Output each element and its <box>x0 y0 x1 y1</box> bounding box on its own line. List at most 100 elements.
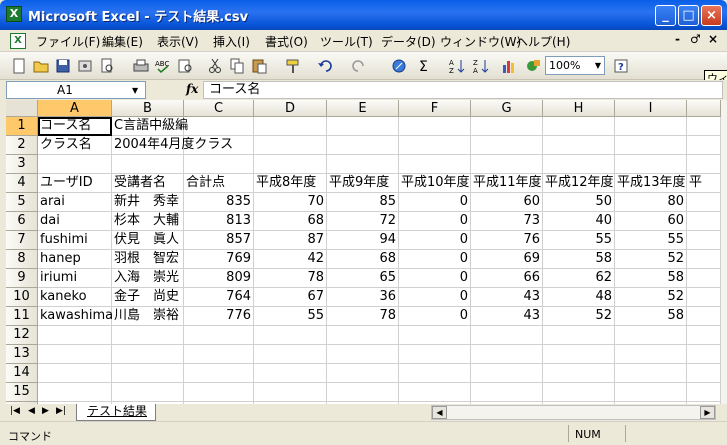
first-sheet-icon[interactable]: |◀ <box>10 406 20 416</box>
menu-window[interactable]: ウィンドウ(W) <box>440 33 521 50</box>
cell-i13[interactable] <box>615 345 687 364</box>
cell-g14[interactable] <box>471 364 543 383</box>
cell-e14[interactable] <box>327 364 399 383</box>
paste-icon[interactable] <box>250 57 268 75</box>
cell-b4[interactable]: 受講者名 <box>112 174 184 193</box>
doc-restore-button[interactable]: ♂ <box>690 32 701 46</box>
cell-h7[interactable]: 55 <box>543 231 615 250</box>
cell-d10[interactable]: 67 <box>254 288 327 307</box>
cell-b2[interactable]: 2004年4月度クラス <box>112 136 233 155</box>
row-header-6[interactable]: 6 <box>6 212 38 231</box>
format-painter-icon[interactable] <box>284 57 302 75</box>
sort-descending-icon[interactable]: ZA <box>472 57 490 75</box>
cell-g4[interactable]: 平成11年度 <box>471 174 543 193</box>
row-header-15[interactable]: 15 <box>6 383 38 402</box>
cell-h6[interactable]: 40 <box>543 212 615 231</box>
cell-g15[interactable] <box>471 383 543 402</box>
cell-b12[interactable] <box>112 326 184 345</box>
cell-i14[interactable] <box>615 364 687 383</box>
cell-a7[interactable]: fushimi <box>38 231 112 250</box>
cell-c14[interactable] <box>184 364 254 383</box>
cell-b3[interactable] <box>112 155 184 174</box>
cell-c12[interactable] <box>184 326 254 345</box>
save-icon[interactable] <box>54 57 72 75</box>
cell-overflow-14[interactable] <box>687 364 721 383</box>
cell-e1[interactable] <box>327 117 399 136</box>
cell-f6[interactable]: 0 <box>399 212 471 231</box>
prev-sheet-icon[interactable]: ◀ <box>28 406 35 416</box>
row-header-3[interactable]: 3 <box>6 155 38 174</box>
cell-f1[interactable] <box>399 117 471 136</box>
cell-e10[interactable]: 36 <box>327 288 399 307</box>
cell-d1[interactable] <box>254 117 327 136</box>
cell-h5[interactable]: 50 <box>543 193 615 212</box>
cell-i8[interactable]: 52 <box>615 250 687 269</box>
cell-i6[interactable]: 60 <box>615 212 687 231</box>
cell-g3[interactable] <box>471 155 543 174</box>
cell-f11[interactable]: 0 <box>399 307 471 326</box>
column-header-i[interactable]: I <box>615 100 687 117</box>
chevron-down-icon[interactable]: ▼ <box>592 57 604 74</box>
permission-icon[interactable] <box>76 57 94 75</box>
research-icon[interactable] <box>176 57 194 75</box>
spelling-icon[interactable]: ABC <box>154 57 172 75</box>
column-header-g[interactable]: G <box>471 100 543 117</box>
cell-h3[interactable] <box>543 155 615 174</box>
cell-overflow-9[interactable] <box>687 269 721 288</box>
cell-e4[interactable]: 平成9年度 <box>327 174 399 193</box>
chart-wizard-icon[interactable] <box>500 57 518 75</box>
column-header-a[interactable]: A <box>38 100 112 117</box>
cell-h1[interactable] <box>543 117 615 136</box>
cell-c11[interactable]: 776 <box>184 307 254 326</box>
cell-d8[interactable]: 42 <box>254 250 327 269</box>
name-box[interactable]: A1 <box>6 81 146 99</box>
cell-i3[interactable] <box>615 155 687 174</box>
row-header-2[interactable]: 2 <box>6 136 38 155</box>
cell-f9[interactable]: 0 <box>399 269 471 288</box>
cell-b5[interactable]: 新井 秀幸 <box>112 193 184 212</box>
menu-format[interactable]: 書式(O) <box>265 33 308 50</box>
cell-f15[interactable] <box>399 383 471 402</box>
menu-tools[interactable]: ツール(T) <box>320 33 373 50</box>
cell-b8[interactable]: 羽根 智宏 <box>112 250 184 269</box>
row-header-8[interactable]: 8 <box>6 250 38 269</box>
cut-icon[interactable] <box>206 57 224 75</box>
cell-a4[interactable]: ユーザID <box>38 174 112 193</box>
menu-help[interactable]: ヘルプ(H) <box>516 33 570 50</box>
cell-f5[interactable]: 0 <box>399 193 471 212</box>
cell-e13[interactable] <box>327 345 399 364</box>
cell-c1[interactable] <box>184 117 254 136</box>
cell-h14[interactable] <box>543 364 615 383</box>
cell-g1[interactable] <box>471 117 543 136</box>
cell-a13[interactable] <box>38 345 112 364</box>
cell-e3[interactable] <box>327 155 399 174</box>
cell-c7[interactable]: 857 <box>184 231 254 250</box>
open-icon[interactable] <box>32 57 50 75</box>
cell-a11[interactable]: kawashima <box>38 307 113 326</box>
close-button[interactable]: × <box>701 5 722 26</box>
cell-a2[interactable]: クラス名 <box>38 136 112 155</box>
row-header-14[interactable]: 14 <box>6 364 38 383</box>
cell-overflow-6[interactable] <box>687 212 721 231</box>
cell-a8[interactable]: hanep <box>38 250 112 269</box>
print-icon[interactable] <box>132 57 150 75</box>
cell-d15[interactable] <box>254 383 327 402</box>
cell-e6[interactable]: 72 <box>327 212 399 231</box>
cell-g6[interactable]: 73 <box>471 212 543 231</box>
cell-g12[interactable] <box>471 326 543 345</box>
cell-b6[interactable]: 杉本 大輔 <box>112 212 184 231</box>
cell-h12[interactable] <box>543 326 615 345</box>
doc-minimize-button[interactable]: - <box>675 32 680 46</box>
vertical-scrollbar[interactable] <box>721 100 727 404</box>
column-header-f[interactable]: F <box>399 100 471 117</box>
cell-b1[interactable]: C言語中級編 <box>112 117 188 136</box>
cell-i12[interactable] <box>615 326 687 345</box>
autosum-icon[interactable]: Σ <box>416 57 434 75</box>
maximize-button[interactable]: □ <box>678 5 699 26</box>
cell-c15[interactable] <box>184 383 254 402</box>
cell-e11[interactable]: 78 <box>327 307 399 326</box>
cell-d14[interactable] <box>254 364 327 383</box>
cell-overflow-8[interactable] <box>687 250 721 269</box>
cell-e5[interactable]: 85 <box>327 193 399 212</box>
cell-overflow-7[interactable] <box>687 231 721 250</box>
